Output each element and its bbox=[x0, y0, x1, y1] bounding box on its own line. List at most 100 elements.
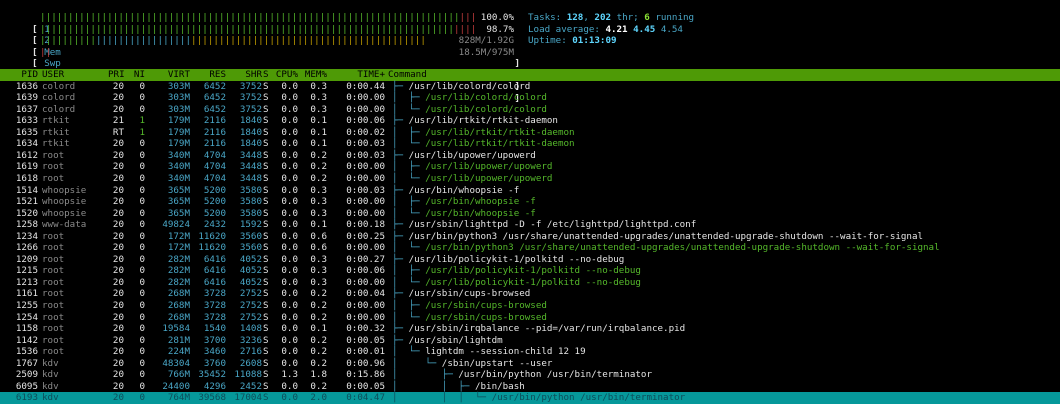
cell-ni: 0 bbox=[139, 242, 145, 254]
table-row[interactable]: 1255 root 20 0 268M 3728 2752 S 0.0 0.2 0:00.00 │ ├… bbox=[0, 300, 1060, 312]
cell-user: whoopsie bbox=[42, 196, 87, 208]
cell-cpu: 0.0 bbox=[281, 311, 298, 323]
cell-pid: 1142 bbox=[15, 334, 38, 346]
col-command[interactable]: Command bbox=[388, 69, 427, 81]
table-row[interactable]: 1536 root 20 0 224M 3460 2716 S 0.0 0.2 0:00.01 │ └… bbox=[0, 346, 1060, 358]
cell-shr: 3560 bbox=[239, 230, 262, 242]
cell-mem: 0.1 bbox=[310, 126, 327, 138]
cell-pid: 6193 bbox=[15, 392, 38, 404]
tree-branch: │ └─ bbox=[392, 357, 442, 369]
cell-time: 0:00.05 bbox=[346, 380, 385, 392]
cell-command: ├─ /usr/sbin/irqbalance --pid=/var/run/i… bbox=[392, 323, 685, 335]
table-row[interactable]: 1258 www-data 20 0 49824 2432 1592 S 0.0 0.1 0:00.… bbox=[0, 219, 1060, 231]
cell-time: 0:00.18 bbox=[346, 219, 385, 231]
table-row[interactable]: 1618 root 20 0 340M 4704 3448 S 0.0 0.2 0:00.00 │ └… bbox=[0, 173, 1060, 185]
table-row[interactable]: 6095 kdv 20 0 24400 4296 2452 S 0.0 0.2 0:00.05 │ │… bbox=[0, 381, 1060, 393]
cell-pri: 20 bbox=[112, 184, 124, 196]
cell-ni: 0 bbox=[139, 172, 145, 184]
cell-pri: 20 bbox=[112, 103, 124, 115]
table-row[interactable]: 1767 kdv 20 0 48304 3760 2608 S 0.0 0.2 0:00.96 │ └… bbox=[0, 358, 1060, 370]
table-row[interactable]: 1639 colord 20 0 303M 6452 3752 S 0.0 0.3 0:00.00 │… bbox=[0, 92, 1060, 104]
tree-branch: ├─ bbox=[392, 230, 409, 242]
cell-time: 0:00.27 bbox=[346, 253, 385, 265]
command-text: /usr/lib/policykit-1/polkitd --no-debug bbox=[408, 253, 625, 265]
table-row[interactable]: 1514 whoopsie 20 0 365M 5200 3580 S 0.0 0.3 0:00.0… bbox=[0, 185, 1060, 197]
col-time[interactable]: TIME+ bbox=[335, 69, 385, 81]
cell-cpu: 0.0 bbox=[281, 219, 298, 231]
command-text: /usr/lib/upower/upowerd bbox=[408, 149, 536, 161]
cell-virt: 365M bbox=[167, 207, 190, 219]
table-row[interactable]: 1234 root 20 0 172M 11620 3560 S 0.0 0.6 0:00.25 ├─… bbox=[0, 231, 1060, 243]
cell-mem: 0.2 bbox=[310, 311, 327, 323]
col-cpu[interactable]: CPU% bbox=[271, 69, 298, 81]
cell-ni: 0 bbox=[139, 323, 145, 335]
tree-branch: ├─ bbox=[392, 80, 409, 92]
load1: 4.21 bbox=[605, 23, 628, 35]
table-row-selected[interactable]: 6193 kdv 20 0 764M 39568 17004 S 0.0 2.0 0:04.47 │ … bbox=[0, 392, 1060, 404]
cell-time: 0:00.01 bbox=[346, 346, 385, 358]
table-row[interactable]: 1161 root 20 0 268M 3728 2752 S 0.0 0.2 0:00.04 ├─ … bbox=[0, 288, 1060, 300]
table-row[interactable]: 1612 root 20 0 340M 4704 3448 S 0.0 0.2 0:00.03 ├─ … bbox=[0, 150, 1060, 162]
swp-ticks: || bbox=[40, 47, 51, 59]
cell-shr: 11088 bbox=[234, 369, 262, 381]
cell-ni: 0 bbox=[139, 346, 145, 358]
table-row[interactable]: 1633 rtkit 21 1 179M 2116 1840 S 0.0 0.1 0:00.06 ├─… bbox=[0, 115, 1060, 127]
cell-virt: 172M bbox=[167, 242, 190, 254]
cpu2-ticks: ||||||||||||||||||||||||||||||||||||||||… bbox=[40, 24, 476, 36]
cell-mem: 0.1 bbox=[310, 115, 327, 127]
cell-pri: RT bbox=[112, 126, 124, 138]
table-row[interactable]: 1636 colord 20 0 303M 6452 3752 S 0.0 0.3 0:00.44 ├… bbox=[0, 81, 1060, 93]
table-row[interactable]: 2509 kdv 20 0 766M 35452 11088 S 1.3 1.8 0:15.86 │ … bbox=[0, 369, 1060, 381]
col-user[interactable]: USER bbox=[42, 69, 64, 81]
table-row[interactable]: 1254 root 20 0 268M 3728 2752 S 0.0 0.2 0:00.00 │ └… bbox=[0, 312, 1060, 324]
cell-user: root bbox=[42, 172, 65, 184]
table-row[interactable]: 1635 rtkit RT 1 179M 2116 1840 S 0.0 0.1 0:00.02 │ … bbox=[0, 127, 1060, 139]
table-row[interactable]: 1521 whoopsie 20 0 365M 5200 3580 S 0.0 0.3 0:00.0… bbox=[0, 196, 1060, 208]
cell-mem: 0.3 bbox=[310, 265, 327, 277]
tree-branch: │ └─ bbox=[392, 311, 426, 323]
col-virt[interactable]: VIRT bbox=[150, 69, 190, 81]
cell-virt: 282M bbox=[167, 265, 190, 277]
col-state[interactable]: S bbox=[263, 69, 269, 81]
col-res[interactable]: RES bbox=[190, 69, 226, 81]
cell-pid: 1634 bbox=[15, 138, 38, 150]
cell-res: 5200 bbox=[203, 196, 226, 208]
cell-virt: 303M bbox=[167, 103, 190, 115]
tree-branch: │ ├─ bbox=[392, 92, 426, 104]
cell-pri: 20 bbox=[112, 380, 124, 392]
table-row[interactable]: 1215 root 20 0 282M 6416 4052 S 0.0 0.3 0:00.06 │ ├… bbox=[0, 265, 1060, 277]
col-ni[interactable]: NI bbox=[129, 69, 145, 81]
cell-pri: 21 bbox=[112, 115, 124, 127]
load-line: Load average: 4.21 4.45 4.54 bbox=[528, 23, 683, 35]
cell-s: S bbox=[263, 334, 269, 346]
cell-virt: 268M bbox=[167, 299, 190, 311]
cell-pid: 1639 bbox=[15, 92, 38, 104]
table-row[interactable]: 1619 root 20 0 340M 4704 3448 S 0.0 0.2 0:00.00 │ ├… bbox=[0, 161, 1060, 173]
col-pri[interactable]: PRI bbox=[108, 69, 125, 81]
cell-cpu: 0.0 bbox=[281, 149, 298, 161]
tree-branch: │ └─ bbox=[392, 242, 426, 254]
cell-cpu: 0.0 bbox=[281, 230, 298, 242]
table-row[interactable]: 1634 rtkit 20 0 179M 2116 1840 S 0.0 0.1 0:00.03 │ … bbox=[0, 138, 1060, 150]
cell-pid: 1234 bbox=[15, 230, 38, 242]
col-pid[interactable]: PID bbox=[0, 69, 38, 81]
cell-res: 6452 bbox=[203, 92, 226, 104]
table-row[interactable]: 1142 root 20 0 281M 3700 3236 S 0.0 0.2 0:00.05 ├─ … bbox=[0, 335, 1060, 347]
table-row[interactable]: 1209 root 20 0 282M 6416 4052 S 0.0 0.3 0:00.27 ├─ … bbox=[0, 254, 1060, 266]
cell-res: 2116 bbox=[203, 115, 226, 127]
table-row[interactable]: 1158 root 20 0 19584 1540 1408 S 0.0 0.1 0:00.32 ├─… bbox=[0, 323, 1060, 335]
cell-pid: 1215 bbox=[15, 265, 38, 277]
cpu1-meter: 1 [ ||||||||||||||||||||||||||||||||||||… bbox=[11, 12, 520, 69]
table-row[interactable]: 1637 colord 20 0 303M 6452 3752 S 0.0 0.3 0:00.00 │… bbox=[0, 104, 1060, 116]
cell-user: whoopsie bbox=[42, 207, 87, 219]
cell-ni: 0 bbox=[139, 369, 145, 381]
table-row[interactable]: 1213 root 20 0 282M 6416 4052 S 0.0 0.3 0:00.00 │ └… bbox=[0, 277, 1060, 289]
tree-branch: ├─ bbox=[392, 219, 409, 231]
table-row[interactable]: 1266 root 20 0 172M 11620 3560 S 0.0 0.6 0:00.00 │ … bbox=[0, 242, 1060, 254]
cell-shr: 4052 bbox=[239, 265, 262, 277]
cell-cpu: 0.0 bbox=[281, 357, 298, 369]
col-shr[interactable]: SHR bbox=[230, 69, 262, 81]
col-mem[interactable]: MEM% bbox=[299, 69, 327, 81]
cell-shr: 3448 bbox=[239, 172, 262, 184]
table-row[interactable]: 1520 whoopsie 20 0 365M 5200 3580 S 0.0 0.3 0:00.0… bbox=[0, 208, 1060, 220]
